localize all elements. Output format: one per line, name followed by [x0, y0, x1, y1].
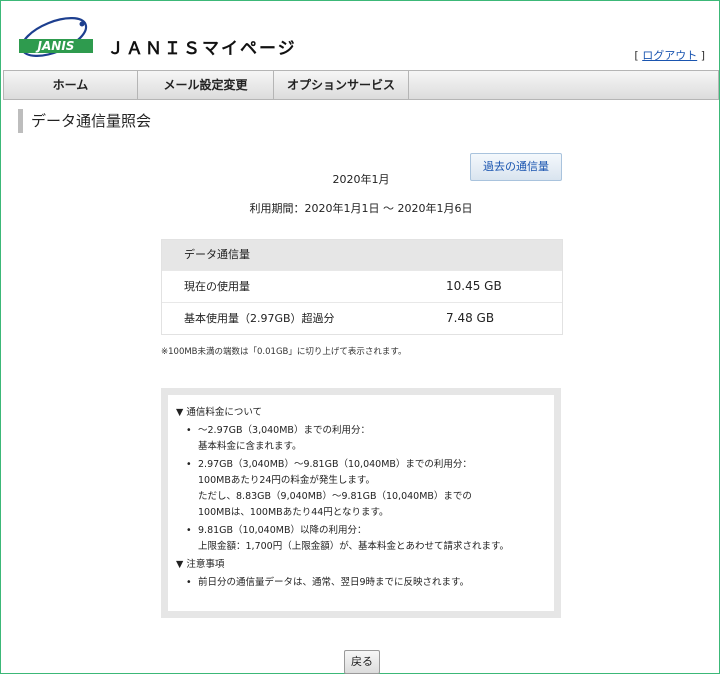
notes-section-title: ▼ 注意事項 [176, 559, 225, 570]
usage-label: 基本使用量（2.97GB）超過分 [184, 312, 335, 325]
fee-line: 基本料金に含まれます。 [198, 441, 302, 452]
usage-row-overage: 基本使用量（2.97GB）超過分 7.48 GB [162, 302, 562, 334]
usage-value: 7.48 GB [446, 311, 495, 325]
fee-line: 2.97GB（3,040MB）～9.81GB（10,040MB）までの利用分： [198, 459, 472, 470]
usage-value: 10.45 GB [446, 279, 502, 293]
page-title: データ通信量照会 [18, 109, 151, 133]
fees-section-title: ▼ 通信料金について [176, 407, 263, 418]
nav-item-home[interactable]: ホーム [4, 71, 138, 99]
main-nav: ホーム メール設定変更 オプションサービス [3, 70, 719, 100]
note-item: 前日分の通信量データは、通常、翌日9時までに反映されます。 [176, 575, 548, 591]
usage-label: 現在の使用量 [184, 280, 250, 293]
fee-line: 100MBあたり24円の料金が発生します。 [198, 475, 375, 486]
usage-table-header: データ通信量 [162, 240, 562, 270]
usage-table: データ通信量 現在の使用量 10.45 GB 基本使用量（2.97GB）超過分 … [161, 239, 563, 335]
site-title: ＪＡＮＩＳマイページ [107, 39, 297, 59]
billing-month: 2020年1月 [332, 173, 390, 186]
fee-line: 9.81GB（10,040MB）以降の利用分： [198, 525, 367, 536]
fee-item: ～2.97GB（3,040MB）までの利用分： 基本料金に含まれます。 [176, 423, 548, 455]
usage-period: 利用期間：2020年1月1日 ～ 2020年1月6日 [249, 202, 473, 215]
back-button[interactable]: 戻る [344, 650, 380, 674]
header: JANIS ＪＡＮＩＳマイページ [ ログアウト ] [1, 1, 719, 69]
fee-line: ～2.97GB（3,040MB）までの利用分： [198, 425, 370, 436]
logout-bracket-close: ] [700, 49, 705, 62]
logo-text: JANIS [36, 39, 75, 53]
fee-line: 上限金額：1,700円（上限金額）が、基本料金とあわせて請求されます。 [198, 541, 510, 552]
fee-line: 100MBは、100MBあたり44円となります。 [198, 507, 389, 518]
logout-bracket-open: [ [634, 49, 639, 62]
nav-item-mail-settings[interactable]: メール設定変更 [138, 71, 274, 99]
janis-logo[interactable]: JANIS [17, 15, 95, 61]
info-box: ▼ 通信料金について ～2.97GB（3,040MB）までの利用分： 基本料金に… [161, 388, 561, 618]
fee-item: 2.97GB（3,040MB）～9.81GB（10,040MB）までの利用分： … [176, 457, 548, 521]
logout-link[interactable]: ログアウト [642, 49, 697, 62]
note-line: 前日分の通信量データは、通常、翌日9時までに反映されます。 [198, 577, 470, 588]
fee-line: ただし、8.83GB（9,040MB）～9.81GB（10,040MB）までの [198, 491, 472, 502]
rounding-note: ※100MB未満の端数は「0.01GB」に切り上げて表示されます。 [161, 347, 407, 357]
logout-area: [ ログアウト ] [634, 47, 705, 63]
page-frame: JANIS ＪＡＮＩＳマイページ [ ログアウト ] ホーム メール設定変更 オ… [0, 0, 720, 674]
fee-item: 9.81GB（10,040MB）以降の利用分： 上限金額：1,700円（上限金額… [176, 523, 548, 555]
nav-item-option-services[interactable]: オプションサービス [274, 71, 409, 99]
usage-row-current: 現在の使用量 10.45 GB [162, 270, 562, 302]
